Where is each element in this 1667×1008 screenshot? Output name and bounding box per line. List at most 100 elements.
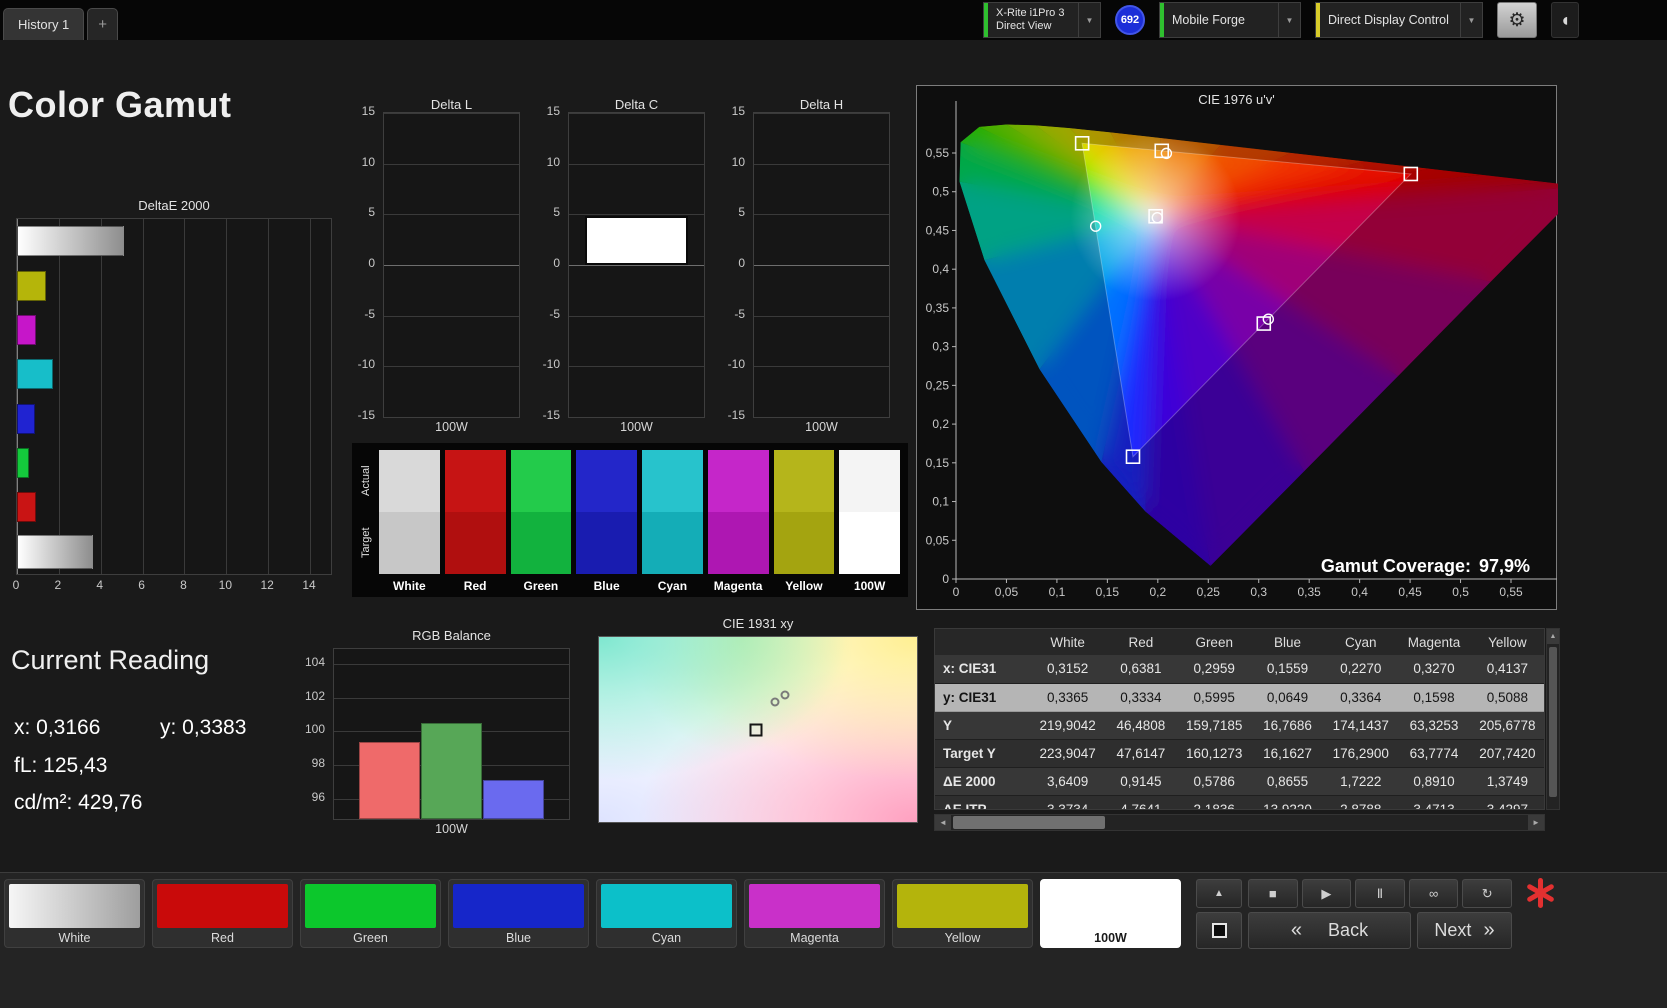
target-swatch-yellow bbox=[773, 512, 835, 574]
y-tick-label: 15 bbox=[731, 104, 745, 118]
gridline bbox=[384, 417, 519, 418]
pattern-up-button[interactable]: ▲ bbox=[1196, 879, 1242, 908]
back-arrows-icon: « bbox=[1290, 919, 1303, 941]
continuous-button[interactable]: ∞ bbox=[1408, 879, 1459, 908]
table-column-header: White bbox=[1031, 629, 1105, 655]
history-tab[interactable]: History 1 bbox=[3, 8, 85, 40]
loop-button[interactable]: ↻ bbox=[1462, 879, 1512, 908]
strip-column-label: Cyan bbox=[657, 579, 688, 593]
scrollbar-track[interactable] bbox=[951, 815, 1528, 830]
patch-label: Yellow bbox=[944, 930, 981, 945]
play-button[interactable]: ▶ bbox=[1301, 879, 1352, 908]
table-row[interactable]: Target Y 223,9047 47,6147 160,1273 16,1627 17… bbox=[935, 739, 1544, 768]
deltae-bar-green bbox=[17, 448, 30, 479]
table-row[interactable]: ΔE ITP 3,3734 4,7641 2,1836 13,9220 2,8788 3,4… bbox=[935, 795, 1544, 809]
table-row[interactable]: y: CIE31 0,3365 0,3334 0,5995 0,0649 0,3364 0,… bbox=[935, 683, 1544, 712]
gridline bbox=[384, 214, 519, 216]
scroll-right-icon[interactable]: ► bbox=[1528, 815, 1544, 830]
target-swatch-blue bbox=[576, 512, 637, 574]
rgb-bar-blue bbox=[483, 780, 544, 819]
chevron-down-icon[interactable]: ▼ bbox=[1460, 3, 1482, 37]
y-tick-label: 104 bbox=[304, 655, 325, 670]
rgb-balance-title: RGB Balance bbox=[412, 628, 491, 643]
settings-button[interactable]: ⚙ bbox=[1497, 2, 1537, 38]
table-row-label: y: CIE31 bbox=[935, 683, 1031, 712]
deltae2000-x-axis: 0 2 4 6 8 10 12 14 bbox=[13, 578, 332, 594]
table-cell: 46,4808 bbox=[1104, 711, 1178, 740]
x-tick-label: 0,3 bbox=[1250, 585, 1267, 599]
notification-asterisk-icon[interactable] bbox=[1524, 877, 1557, 909]
back-button[interactable]: « Back bbox=[1248, 912, 1411, 949]
patch-label: Blue bbox=[505, 930, 532, 945]
patch-button-green[interactable]: Green bbox=[300, 879, 441, 948]
delta-c-chart bbox=[568, 112, 705, 418]
table-column-header: Blue bbox=[1250, 629, 1325, 655]
patch-label: White bbox=[58, 930, 91, 945]
deltae-bar-red bbox=[17, 492, 37, 523]
table-column-header: Magenta bbox=[1397, 629, 1471, 655]
scrollbar-thumb[interactable] bbox=[953, 816, 1105, 829]
patch-color-swatch bbox=[157, 884, 288, 928]
pattern-window-button[interactable] bbox=[1196, 912, 1242, 949]
bottom-bar: White Red Green Blue Cyan Magenta Yellow 100W ▲… bbox=[0, 872, 1667, 1008]
y-tick-label: 96 bbox=[311, 789, 325, 804]
table-row[interactable]: x: CIE31 0,3152 0,6381 0,2959 0,1559 0,2270 0,… bbox=[935, 655, 1544, 684]
table-cell: 160,1273 bbox=[1177, 739, 1251, 768]
patch-button-blue[interactable]: Blue bbox=[448, 879, 589, 948]
meter-label: X-Rite i1Pro 3 Direct View bbox=[996, 7, 1065, 32]
table-row-label: x: CIE31 bbox=[935, 655, 1031, 684]
add-tab-button[interactable]: + bbox=[87, 8, 119, 40]
next-button[interactable]: Next » bbox=[1417, 912, 1512, 949]
target-swatch-white bbox=[379, 512, 440, 574]
strip-column-label: 100W bbox=[853, 579, 886, 593]
deltae-bar-cyan bbox=[17, 359, 54, 390]
y-tick-label: 0,1 bbox=[932, 495, 949, 509]
scroll-up-icon[interactable]: ▲ bbox=[1547, 629, 1559, 644]
scrollbar-thumb[interactable] bbox=[1549, 647, 1557, 797]
pause-button[interactable]: Ⅱ bbox=[1355, 879, 1405, 908]
source-dropdown[interactable]: Mobile Forge ▼ bbox=[1159, 2, 1301, 38]
side-panel-toggle-button[interactable]: ◖ bbox=[1551, 2, 1579, 38]
x-tick-label: 0,2 bbox=[1149, 585, 1166, 599]
patch-button-100w[interactable]: 100W bbox=[1040, 879, 1181, 948]
delta-h-y-axis: 15 10 5 0 -5 -10 -15 bbox=[715, 104, 749, 422]
y-tick-label: 0,5 bbox=[932, 185, 949, 199]
y-tick-label: 98 bbox=[311, 756, 325, 771]
reference-point bbox=[749, 723, 763, 736]
y-tick-label: 0,15 bbox=[926, 456, 950, 470]
y-tick-label: 0 bbox=[942, 572, 949, 586]
deltae-bar-white bbox=[17, 534, 94, 569]
strip-column-label: Yellow bbox=[785, 579, 823, 593]
patch-button-magenta[interactable]: Magenta bbox=[744, 879, 885, 948]
patch-button-cyan[interactable]: Cyan bbox=[596, 879, 737, 948]
gridline bbox=[569, 366, 704, 368]
patch-button-red[interactable]: Red bbox=[152, 879, 293, 948]
strip-column-label: White bbox=[393, 579, 426, 593]
table-cell: 2,8788 bbox=[1324, 795, 1398, 809]
table-cell: 223,9047 bbox=[1031, 739, 1105, 768]
chevron-down-icon[interactable]: ▼ bbox=[1278, 3, 1300, 37]
scroll-left-icon[interactable]: ◄ bbox=[935, 815, 951, 830]
meter-dropdown[interactable]: X-Rite i1Pro 3 Direct View ▼ bbox=[983, 2, 1101, 38]
delta-h-chart bbox=[753, 112, 890, 418]
x-tick-label: 0 bbox=[12, 578, 20, 592]
patch-button-yellow[interactable]: Yellow bbox=[892, 879, 1033, 948]
patch-button-white[interactable]: White bbox=[4, 879, 145, 948]
table-horizontal-scrollbar[interactable]: ◄ ► bbox=[934, 814, 1545, 831]
gridline bbox=[334, 697, 569, 699]
x-tick-label: 6 bbox=[138, 578, 145, 592]
table-column-header: Red bbox=[1104, 629, 1178, 655]
table-cell: 159,7185 bbox=[1177, 711, 1251, 740]
x-tick-label: 0,1 bbox=[1049, 585, 1066, 599]
table-row[interactable]: ΔE 2000 3,6409 0,9145 0,5786 0,8655 1,7222 0,8… bbox=[935, 767, 1544, 796]
table-vertical-scrollbar[interactable]: ▲ bbox=[1546, 628, 1560, 810]
table-row[interactable]: Y 219,9042 46,4808 159,7185 16,7686 174,1437 6… bbox=[935, 711, 1544, 740]
gear-icon: ⚙ bbox=[1508, 9, 1526, 31]
table-cell: 16,7686 bbox=[1250, 711, 1325, 740]
x-tick-label: 0 bbox=[953, 585, 960, 599]
chevron-down-icon[interactable]: ▼ bbox=[1078, 3, 1100, 37]
display-control-dropdown[interactable]: Direct Display Control ▼ bbox=[1315, 2, 1483, 38]
source-status-indicator bbox=[1160, 3, 1164, 37]
x-tick-label: 4 bbox=[96, 578, 104, 592]
stop-button[interactable]: ■ bbox=[1248, 879, 1298, 908]
